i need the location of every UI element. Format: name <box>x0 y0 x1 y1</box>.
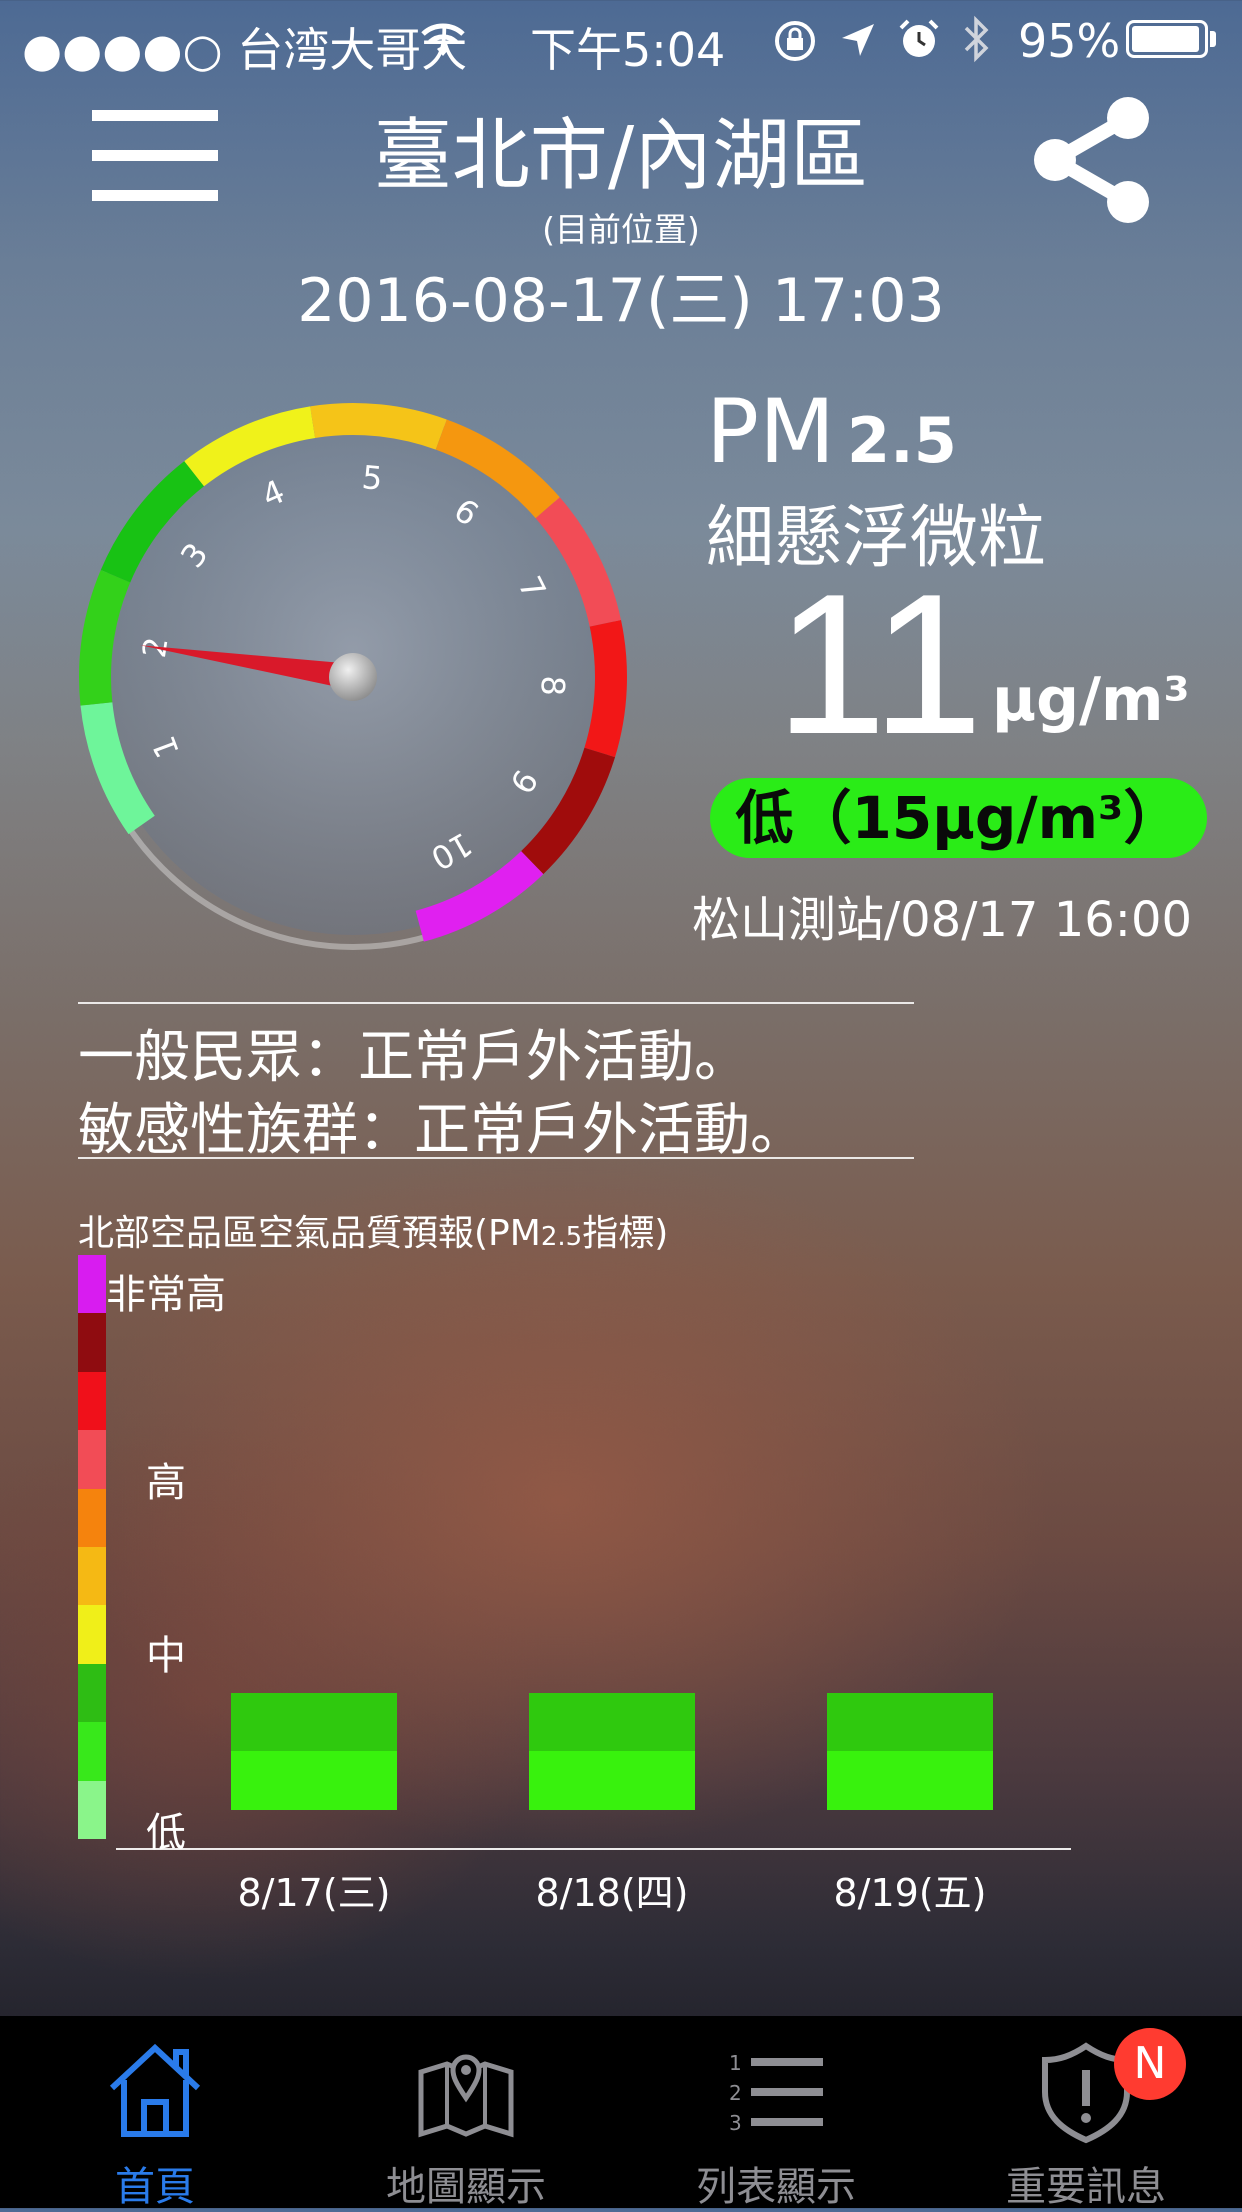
scale-segment <box>78 1546 106 1606</box>
forecast-day-label: 8/19(五) <box>833 1871 987 1915</box>
gauge-hub <box>329 653 377 701</box>
tab-alerts[interactable]: 重要訊息 <box>931 2016 1241 2210</box>
forecast-title-b: 指標) <box>582 1213 669 1254</box>
svg-text:1: 1 <box>729 2051 742 2075</box>
forecast-day-label: 8/17(三) <box>237 1871 391 1915</box>
forecast-bar <box>231 1693 397 1810</box>
rotation-lock-icon <box>775 21 815 61</box>
update-datetime: 2016-08-17(三) 17:03 <box>297 266 945 336</box>
forecast-bar <box>827 1693 993 1810</box>
tab-home[interactable]: 首頁 <box>0 2016 310 2210</box>
scale-segment <box>78 1663 106 1723</box>
level-badge: 低（15μg/m³） <box>710 778 1207 858</box>
divider <box>78 1157 914 1159</box>
gauge-segment <box>310 403 447 450</box>
station-info: 松山測站/08/17 16:00 <box>691 892 1193 948</box>
hamburger-icon <box>92 110 218 121</box>
advice-sensitive: 敏感性族群：正常戶外活動。 <box>78 1098 806 1163</box>
scale-segment <box>78 1371 106 1431</box>
location-note: (目前位置) <box>542 210 700 249</box>
level-label-high: 高 <box>146 1460 186 1506</box>
forecast-axis <box>116 1848 1071 1850</box>
scale-segment <box>78 1605 106 1664</box>
hamburger-line <box>92 190 218 201</box>
battery-tip <box>1210 31 1216 47</box>
level-label-medium: 中 <box>146 1633 186 1679</box>
tab-list-label: 列表顯示 <box>696 2164 856 2210</box>
pm-unit: μg/m³ <box>992 665 1190 735</box>
tab-list[interactable]: 1 2 3 列表顯示 <box>621 2016 931 2210</box>
wifi-icon <box>421 23 465 56</box>
scale-segment <box>78 1488 106 1547</box>
scale-segment <box>78 1255 106 1314</box>
scale-segment <box>78 1430 106 1489</box>
alarm-icon <box>899 19 939 57</box>
gauge-tick-label: 8 <box>533 675 572 697</box>
home-icon <box>109 2043 201 2137</box>
carrier-label: ●●●●○ 台湾大哥大 <box>22 23 468 77</box>
pm-label: PM 2.5 <box>706 380 957 483</box>
forecast-bar <box>529 1693 695 1810</box>
tab-bar: 首頁 地圖顯示 1 2 3 列表顯示 重要訊息 <box>0 2016 1242 2210</box>
status-bar: ●●●●○ 台湾大哥大 下午5:04 95% <box>0 0 1242 80</box>
scale-segment <box>78 1722 106 1781</box>
forecast-title-a: 北部空品區空氣品質預報(PM <box>78 1213 541 1254</box>
notification-badge: N <box>1114 2028 1186 2100</box>
tab-alerts-label: 重要訊息 <box>1006 2164 1166 2210</box>
forecast-title-sub: 2.5 <box>540 1222 583 1252</box>
pm25-gauge: 1234 5678910 <box>79 403 627 950</box>
tab-home-label: 首頁 <box>115 2164 195 2210</box>
forecast-day-label: 8/18(四) <box>535 1871 689 1915</box>
battery-icon <box>1126 20 1208 58</box>
svg-text:2: 2 <box>729 2081 742 2105</box>
svg-text:3: 3 <box>729 2111 742 2135</box>
share-icon[interactable] <box>1020 90 1160 230</box>
location-title[interactable]: 臺北市/內湖區 <box>271 110 971 202</box>
list-icon: 1 2 3 <box>729 2051 823 2135</box>
forecast-title: 北部空品區空氣品質預報(PM2.5指標) <box>78 1204 668 1256</box>
gauge-tick-label: 5 <box>360 458 384 498</box>
pm-subscript: 2.5 <box>847 404 957 477</box>
hamburger-line <box>92 150 218 161</box>
map-icon <box>418 2054 514 2138</box>
scale-segment <box>78 1313 106 1372</box>
gauge-segment <box>584 620 627 758</box>
tab-map[interactable]: 地圖顯示 <box>311 2016 621 2210</box>
tab-map-label: 地圖顯示 <box>386 2164 546 2210</box>
scale-segment <box>78 1780 106 1839</box>
location-arrow-icon <box>842 24 874 56</box>
bluetooth-icon <box>964 15 989 63</box>
pm-text: PM <box>706 380 835 483</box>
divider <box>78 1002 914 1004</box>
battery-percent: 95% <box>1018 14 1121 68</box>
advice-general: 一般民眾：正常戶外活動。 <box>78 1025 750 1090</box>
aqi-color-scale <box>78 1255 106 1839</box>
clock: 下午5:04 <box>530 23 726 77</box>
menu-button[interactable] <box>92 110 218 202</box>
level-label-very-high: 非常高 <box>106 1272 226 1318</box>
pm-value: 11 <box>775 553 983 776</box>
